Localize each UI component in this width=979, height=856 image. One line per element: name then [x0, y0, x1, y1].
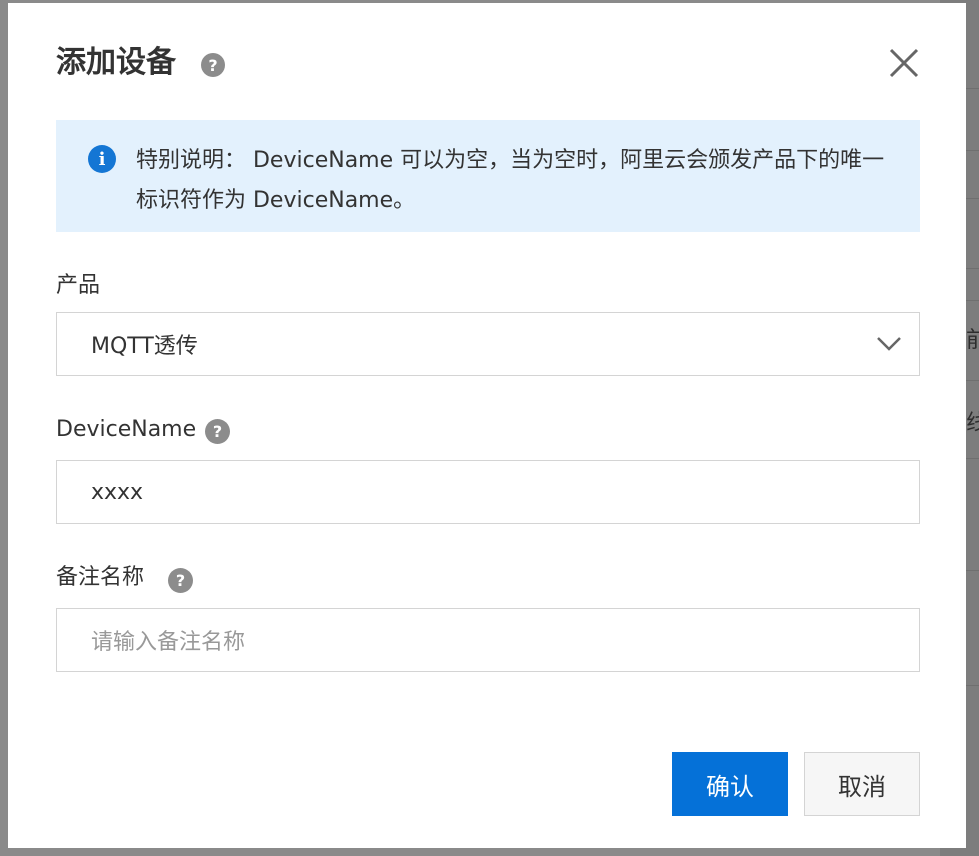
help-icon[interactable]: ? — [168, 568, 193, 593]
remark-input[interactable]: 请输入备注名称 — [56, 608, 920, 672]
confirm-button[interactable]: 确认 — [672, 752, 788, 816]
background-text: 线 — [966, 411, 979, 436]
close-button[interactable] — [884, 43, 924, 83]
notice-text: 特别说明： DeviceName 可以为空，当为空时，阿里云会颁发产品下的唯一标… — [136, 148, 885, 213]
product-label: 产品 — [56, 273, 101, 298]
add-device-dialog: 添加设备 ? i 特别说明： DeviceName 可以为空，当为空时，阿里云会… — [8, 3, 966, 848]
device-name-value: xxxx — [91, 479, 144, 505]
chevron-down-icon — [877, 337, 901, 351]
device-name-input[interactable]: xxxx — [56, 460, 920, 524]
info-icon: i — [88, 145, 116, 173]
remark-label: 备注名称 — [56, 565, 145, 590]
background-text: 前 — [966, 328, 979, 353]
notice-banner: i 特别说明： DeviceName 可以为空，当为空时，阿里云会颁发产品下的唯… — [56, 120, 920, 232]
remark-placeholder: 请输入备注名称 — [91, 630, 246, 655]
cancel-button[interactable]: 取消 — [804, 752, 920, 816]
help-icon[interactable]: ? — [201, 53, 225, 77]
product-select-value: MQTT透传 — [91, 334, 198, 359]
device-name-label: DeviceName — [56, 417, 197, 442]
dialog-title: 添加设备 — [56, 45, 176, 80]
close-icon — [889, 48, 919, 78]
product-select[interactable]: MQTT透传 — [56, 312, 920, 376]
help-icon[interactable]: ? — [205, 419, 230, 444]
